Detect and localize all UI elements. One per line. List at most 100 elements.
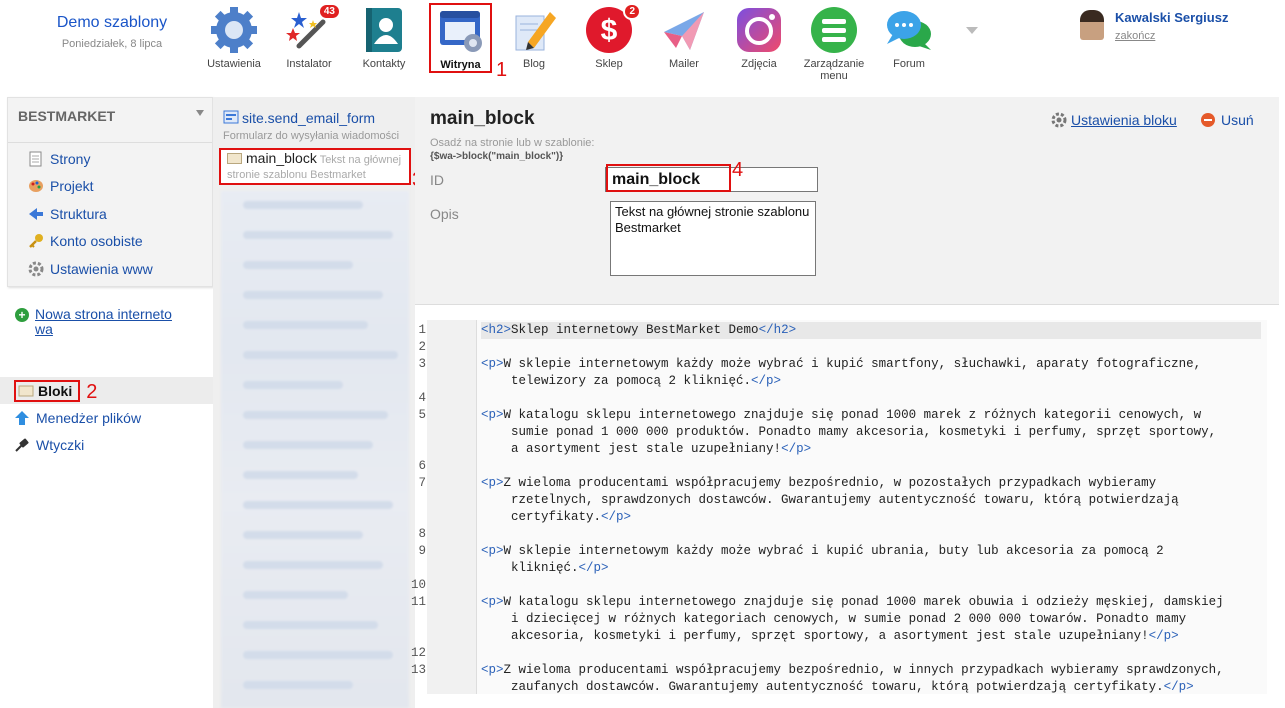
- chat-icon: [885, 6, 933, 54]
- code-line[interactable]: <p>Z wieloma producentami współpracujemy…: [481, 475, 1261, 492]
- user-name[interactable]: Kawalski Sergiusz: [1115, 10, 1228, 25]
- sidebar-item-bloki[interactable]: Bloki 2: [0, 377, 213, 404]
- embed-hint-text: Osadź na stronie lub w szablonie:: [430, 137, 595, 149]
- line-number: 3: [418, 357, 426, 371]
- current-date: Poniedziałek, 8 lipca: [61, 38, 163, 50]
- code-line[interactable]: [481, 645, 1261, 662]
- code-line[interactable]: <p>W katalogu sklepu internetowego znajd…: [481, 594, 1261, 611]
- gear-icon: [28, 261, 44, 277]
- app-instalator[interactable]: 43 Instalator: [271, 3, 347, 70]
- bloki-highlight: Bloki: [14, 379, 81, 402]
- block-settings-link[interactable]: Ustawienia bloku: [1051, 112, 1177, 128]
- code-line[interactable]: <p>Z wieloma producentami współpracujemy…: [481, 662, 1261, 679]
- line-number: 1: [418, 323, 426, 337]
- avatar[interactable]: [1080, 10, 1104, 40]
- id-field[interactable]: [605, 167, 818, 192]
- plugin-icon: [14, 437, 30, 453]
- app-ustawienia[interactable]: Ustawienia: [196, 4, 272, 70]
- list-item[interactable]: site.send_email_form Formularz do wysyła…: [223, 109, 413, 144]
- app-mailer[interactable]: Mailer: [646, 4, 722, 70]
- sidebar-item-label: Menedżer plików: [36, 409, 142, 426]
- remove-icon: [1201, 113, 1215, 127]
- list-item-selected[interactable]: main_block Tekst na głównej stronie szab…: [219, 148, 411, 185]
- code-line[interactable]: <p>W sklepie internetowym każdy może wyb…: [481, 543, 1261, 560]
- code-line[interactable]: <p>W katalogu sklepu internetowego znajd…: [481, 407, 1261, 424]
- blurred-block-list: [221, 191, 409, 708]
- code-line[interactable]: rzetelnych, sprawdzonych dostawców. Gwar…: [481, 492, 1261, 509]
- blurred-row: [243, 561, 383, 569]
- top-bar: Demo szablony Poniedziałek, 8 lipca Usta…: [0, 0, 1285, 96]
- site-selector-panel: BESTMARKET Strony Projekt Struktura Kont…: [7, 97, 213, 287]
- app-blog[interactable]: Blog: [496, 4, 572, 70]
- logout-link[interactable]: zakończ: [1115, 30, 1155, 42]
- code-line[interactable]: i dziecięcej w różnych kategoriach cenow…: [481, 611, 1261, 628]
- chevron-down-icon[interactable]: [196, 110, 204, 116]
- sidebar-item-label: Struktura: [50, 205, 107, 222]
- code-editor-area: 1 2 3 4 5 6 7 8 9 10 11 12 13 <h2>Sklep internetowy …: [411, 304, 1279, 708]
- block-list: site.send_email_form Formularz do wysyła…: [213, 97, 423, 708]
- notification-badge: 2: [623, 3, 641, 20]
- app-sklep[interactable]: $ 2 Sklep: [571, 3, 647, 70]
- more-apps-chevron-icon[interactable]: [966, 27, 978, 34]
- sidebar-item-ustawienia-www[interactable]: Ustawienia www: [8, 255, 212, 283]
- code-editor[interactable]: 1 2 3 4 5 6 7 8 9 10 11 12 13 <h2>Sklep internetowy …: [411, 320, 1267, 696]
- sidebar-item-konto-osobiste[interactable]: Konto osobiste: [8, 228, 212, 256]
- code-line[interactable]: <h2>Sklep internetowy BestMarket Demo</h…: [481, 322, 1261, 339]
- code-line[interactable]: [481, 577, 1261, 594]
- sidebar-item-struktura[interactable]: Struktura: [8, 200, 212, 228]
- code-line[interactable]: kliknięć.</p>: [481, 560, 1261, 577]
- annotation-4: 4: [732, 159, 744, 181]
- app-zdjecia[interactable]: Zdjęcia: [721, 4, 797, 70]
- code-line[interactable]: [481, 339, 1261, 356]
- block-icon: [18, 383, 34, 399]
- app-zarzadzanie-menu[interactable]: Zarządzanie menu: [796, 4, 872, 82]
- description-label: Opis: [430, 206, 459, 222]
- line-number: 11: [410, 595, 426, 609]
- sidebar-item-label: Bloki: [38, 382, 73, 399]
- sidebar-item-label: Projekt: [50, 178, 94, 195]
- line-number: 12: [410, 646, 426, 660]
- blurred-row: [243, 681, 353, 689]
- line-number: 5: [418, 408, 426, 422]
- site-name[interactable]: BESTMARKET: [8, 98, 212, 124]
- app-label: Forum: [893, 58, 925, 70]
- app-witryna[interactable]: Witryna: [429, 3, 492, 73]
- code-line[interactable]: sumie ponad 1 000 000 produktów. Ponadto…: [481, 424, 1261, 441]
- new-site-link[interactable]: + Nowa strona interneto wa: [15, 307, 195, 337]
- sidebar-item-strony[interactable]: Strony: [8, 145, 212, 173]
- code-line[interactable]: certyfikaty.</p>: [481, 509, 1261, 526]
- code-line[interactable]: [481, 526, 1261, 543]
- description-field[interactable]: Tekst na głównej stronie szablonu Bestma…: [610, 201, 816, 276]
- sidebar-item-menedzer-plikow[interactable]: Menedżer plików: [0, 404, 213, 431]
- plus-icon: +: [15, 308, 29, 322]
- code-line[interactable]: akcesoria, kosmetyki i perfumy, sprzęt s…: [481, 628, 1261, 645]
- app-label: Instalator: [286, 58, 332, 70]
- code-line[interactable]: zaufanych dostawców. Gwarantujemy autent…: [481, 679, 1261, 696]
- email-form-icon: [223, 109, 239, 125]
- line-number-gutter: 1 2 3 4 5 6 7 8 9 10 11 12 13: [411, 320, 477, 694]
- app-forum[interactable]: Forum: [871, 4, 947, 70]
- blurred-row: [243, 591, 348, 599]
- brand-title[interactable]: Demo szablony: [12, 14, 212, 32]
- block-name: main_block: [246, 150, 317, 166]
- blurred-row: [243, 381, 343, 389]
- code-line[interactable]: <p>W sklepie internetowym każdy może wyb…: [481, 356, 1261, 373]
- blurred-row: [243, 291, 383, 299]
- sidebar-item-wtyczki[interactable]: Wtyczki: [0, 431, 213, 458]
- brand[interactable]: Demo szablony Poniedziałek, 8 lipca: [12, 14, 212, 50]
- code-line[interactable]: [481, 390, 1261, 407]
- sidebar-item-label: Konto osobiste: [50, 233, 143, 250]
- delete-button[interactable]: Usuń: [1201, 112, 1254, 128]
- block-icon: [227, 153, 242, 164]
- code-line[interactable]: [481, 458, 1261, 475]
- code-line[interactable]: a asortyment jest stale uzupełniany!</p>: [481, 441, 1261, 458]
- blurred-row: [243, 501, 393, 509]
- gear-icon: [210, 6, 258, 54]
- menu-icon: [810, 6, 858, 54]
- sidebar-item-projekt[interactable]: Projekt: [8, 173, 212, 201]
- code-line[interactable]: telewizory za pomocą 2 kliknięć.</p>: [481, 373, 1261, 390]
- line-number: 7: [418, 476, 426, 490]
- contacts-icon: [360, 6, 408, 54]
- app-kontakty[interactable]: Kontakty: [346, 4, 422, 70]
- magic-wand-icon: 43: [285, 3, 341, 54]
